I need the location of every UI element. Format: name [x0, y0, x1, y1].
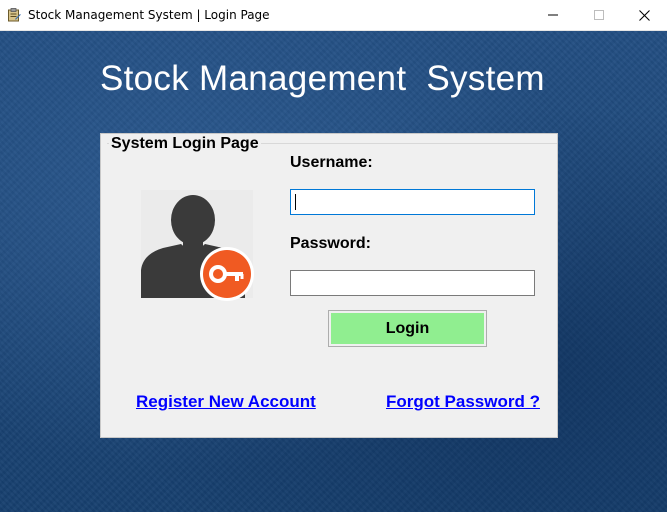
login-button[interactable]: Login — [328, 310, 487, 347]
window-title: Stock Management System | Login Page — [28, 8, 270, 22]
forgot-password-link[interactable]: Forgot Password ? — [386, 392, 540, 412]
user-key-icon — [141, 190, 257, 302]
password-label: Password: — [290, 235, 371, 252]
clipboard-icon — [7, 8, 21, 22]
page-heading: Stock Management System — [100, 59, 545, 98]
register-account-link[interactable]: Register New Account — [136, 392, 316, 412]
login-group-box: System Login Page Username: Password: Lo… — [100, 133, 558, 438]
maximize-button[interactable] — [576, 0, 622, 30]
login-button-label: Login — [331, 313, 484, 344]
app-window: Stock Management System | Login Page Sto… — [0, 0, 667, 512]
minimize-button[interactable] — [530, 0, 576, 30]
username-label: Username: — [290, 154, 373, 171]
username-input[interactable] — [290, 189, 535, 215]
title-bar[interactable]: Stock Management System | Login Page — [0, 0, 667, 31]
group-box-title: System Login Page — [109, 135, 261, 153]
main-area: Stock Management System System Login Pag… — [0, 31, 667, 512]
minimize-icon — [548, 10, 558, 20]
close-icon — [638, 9, 650, 21]
maximize-icon — [594, 10, 604, 20]
text-caret — [295, 194, 296, 210]
password-input[interactable] — [290, 270, 535, 296]
close-button[interactable] — [621, 0, 667, 30]
